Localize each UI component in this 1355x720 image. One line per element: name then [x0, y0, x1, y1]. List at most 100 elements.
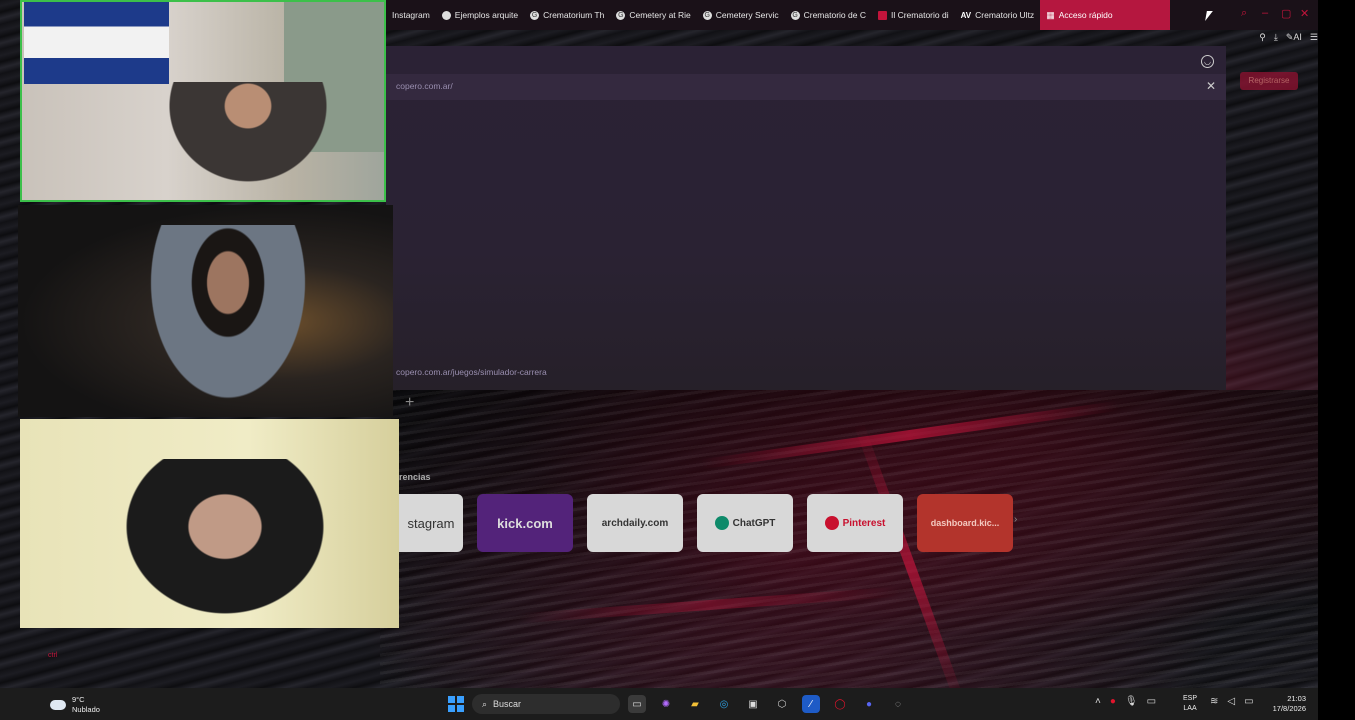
tab[interactable]: G Cemetery Servic — [697, 0, 785, 30]
opera-tray-icon[interactable]: ● — [1110, 696, 1116, 707]
taskbar-apps: ▭ ✺ ▰ ◎ ▣ ⬡ ∕ ◯ ● ◌ — [628, 695, 907, 713]
speed-dial-tile[interactable]: Pinterest — [807, 494, 903, 552]
lock-icon[interactable]: ⚲ — [1259, 32, 1266, 43]
flag-image — [24, 2, 169, 84]
close-icon[interactable]: ✕ — [1206, 79, 1216, 93]
search-icon: ⌕ — [482, 698, 488, 709]
tab[interactable]: G Crematorium Th — [524, 0, 610, 30]
chatgpt-icon — [714, 516, 729, 530]
microphone-icon[interactable]: 🎙 — [1125, 696, 1138, 707]
opera-gx-icon[interactable]: ◯ — [831, 695, 849, 713]
google-icon: G — [530, 10, 540, 20]
app-icon[interactable]: ◌ — [889, 695, 907, 713]
speed-dial-tile[interactable]: archdaily.com — [587, 494, 683, 552]
visual-studio-icon[interactable]: ∕ — [802, 695, 820, 713]
google-icon: G — [790, 10, 800, 20]
store-icon[interactable]: ▣ — [744, 695, 762, 713]
add-icon[interactable]: + — [405, 394, 414, 412]
cloud-icon — [50, 700, 66, 710]
tab-label: Acceso rápido — [1058, 10, 1113, 20]
clock-date: 17/8/2026 — [1272, 704, 1306, 713]
download-icon[interactable]: ⤓ — [1274, 32, 1278, 43]
tab-label: Crematorium Th — [543, 10, 605, 20]
edge-icon[interactable]: ◎ — [715, 695, 733, 713]
file-explorer-icon[interactable]: ▰ — [686, 695, 704, 713]
suggestion-row-highlighted[interactable] — [386, 74, 1226, 100]
tab[interactable]: Il Crematorio di — [872, 0, 955, 30]
taskbar-search[interactable]: ⌕ Buscar — [472, 694, 620, 714]
wifi-icon[interactable]: ≋ — [1210, 696, 1218, 707]
tab-active[interactable]: ▦ Acceso rápido — [1040, 0, 1171, 30]
settings-icon[interactable]: ⬡ — [773, 695, 791, 713]
speed-dial-tile[interactable]: ChatGPT — [697, 494, 793, 552]
tab[interactable]: G Crematorio de C — [785, 0, 872, 30]
tile-label: stagram — [407, 515, 455, 531]
tile-label: dashboard.kic... — [930, 518, 1000, 528]
webcam-feed-1 — [20, 0, 386, 202]
tab-label: Cemetery Servic — [715, 10, 779, 20]
discord-icon[interactable]: ● — [860, 695, 878, 713]
speed-dial-tile[interactable]: stagram — [399, 494, 463, 552]
tab-label: Il Crematorio di — [890, 10, 949, 20]
pinterest-icon — [824, 516, 839, 530]
speed-dial: stagram kick.com archdaily.com ChatGPT P… — [399, 494, 1013, 552]
register-button[interactable]: Registrarse — [1240, 72, 1298, 90]
person-1 — [148, 82, 348, 200]
system-tray: ˄ ● 🎙 ▭ — [1095, 696, 1156, 707]
speed-dial-tile[interactable]: dashboard.kic... — [917, 494, 1013, 552]
tab[interactable]: G Cemetery at Rie — [610, 0, 696, 30]
weather-temp: 9°C — [72, 695, 85, 704]
browser-toolbar-right: ⚲ ⤓ ✎AI ☰ — [1218, 30, 1318, 44]
minimize-icon[interactable]: – — [1262, 7, 1268, 19]
address-dropdown: ◡ copero.com.ar/ ✕ copero.com.ar/juegos/… — [386, 46, 1226, 390]
page-icon — [441, 10, 451, 20]
tab[interactable]: Ejemplos arquite — [436, 0, 524, 30]
av-icon: AV — [960, 10, 972, 20]
tab[interactable]: Instagram — [386, 0, 436, 30]
battery-icon[interactable]: ▭ — [1244, 696, 1253, 707]
language-indicator[interactable]: ESP LAA — [1183, 694, 1197, 714]
clock-time: 21:03 — [1287, 694, 1306, 703]
bars-icon — [877, 10, 887, 20]
suggestion-url[interactable]: copero.com.ar/ — [396, 81, 453, 91]
copilot-icon[interactable]: ✺ — [657, 695, 675, 713]
google-icon: G — [616, 10, 626, 20]
windows-start-icon[interactable] — [448, 696, 464, 712]
ai-label: AI — [1293, 31, 1302, 42]
tab-label: Cemetery at Rie — [629, 10, 691, 20]
webcam-feed-3 — [20, 419, 399, 628]
volume-icon[interactable]: ◁ — [1227, 696, 1235, 707]
speed-dial-tile[interactable]: kick.com — [477, 494, 573, 552]
tile-label: ChatGPT — [732, 517, 776, 529]
task-view-icon[interactable]: ▭ — [628, 695, 646, 713]
chevron-up-icon[interactable]: ˄ — [1095, 696, 1101, 707]
ai-button[interactable]: ✎AI — [1286, 32, 1302, 43]
weather-desc: Nublado — [72, 705, 100, 714]
search-icon[interactable]: ⌕ — [1241, 7, 1247, 20]
tab-label: Ejemplos arquite — [454, 10, 519, 20]
tab-label: Instagram — [392, 10, 430, 20]
person-3 — [110, 459, 340, 628]
lang-layout: LAA — [1183, 705, 1197, 712]
menu-icon[interactable]: ☰ — [1310, 32, 1318, 43]
tile-label: archdaily.com — [601, 517, 669, 529]
maximize-icon[interactable]: ▢ — [1281, 7, 1291, 20]
display-icon[interactable]: ▭ — [1147, 696, 1156, 707]
suggestion-url[interactable]: copero.com.ar/juegos/simulador-carrera — [396, 367, 547, 377]
tile-label: kick.com — [497, 515, 553, 531]
google-icon: G — [702, 10, 712, 20]
chevron-right-icon[interactable]: › — [1014, 514, 1017, 525]
sidebar-red-label: ctrl — [48, 652, 58, 659]
close-icon[interactable]: ✕ — [1300, 7, 1309, 20]
emoji-icon[interactable]: ◡ — [1201, 55, 1214, 68]
tab[interactable]: AV Crematorio Ultz — [955, 0, 1041, 30]
webcam-feed-2 — [18, 205, 393, 417]
weather-widget[interactable]: 9°C Nublado — [50, 695, 100, 715]
tab-label: Crematorio de C — [803, 10, 866, 20]
grid-icon: ▦ — [1046, 9, 1055, 20]
lang-code: ESP — [1183, 695, 1198, 702]
tab-label: Crematorio Ultz — [975, 10, 1035, 20]
person-2 — [138, 225, 318, 417]
section-title: rencias — [399, 472, 431, 482]
clock[interactable]: 21:03 17/8/2026 — [1262, 694, 1306, 714]
